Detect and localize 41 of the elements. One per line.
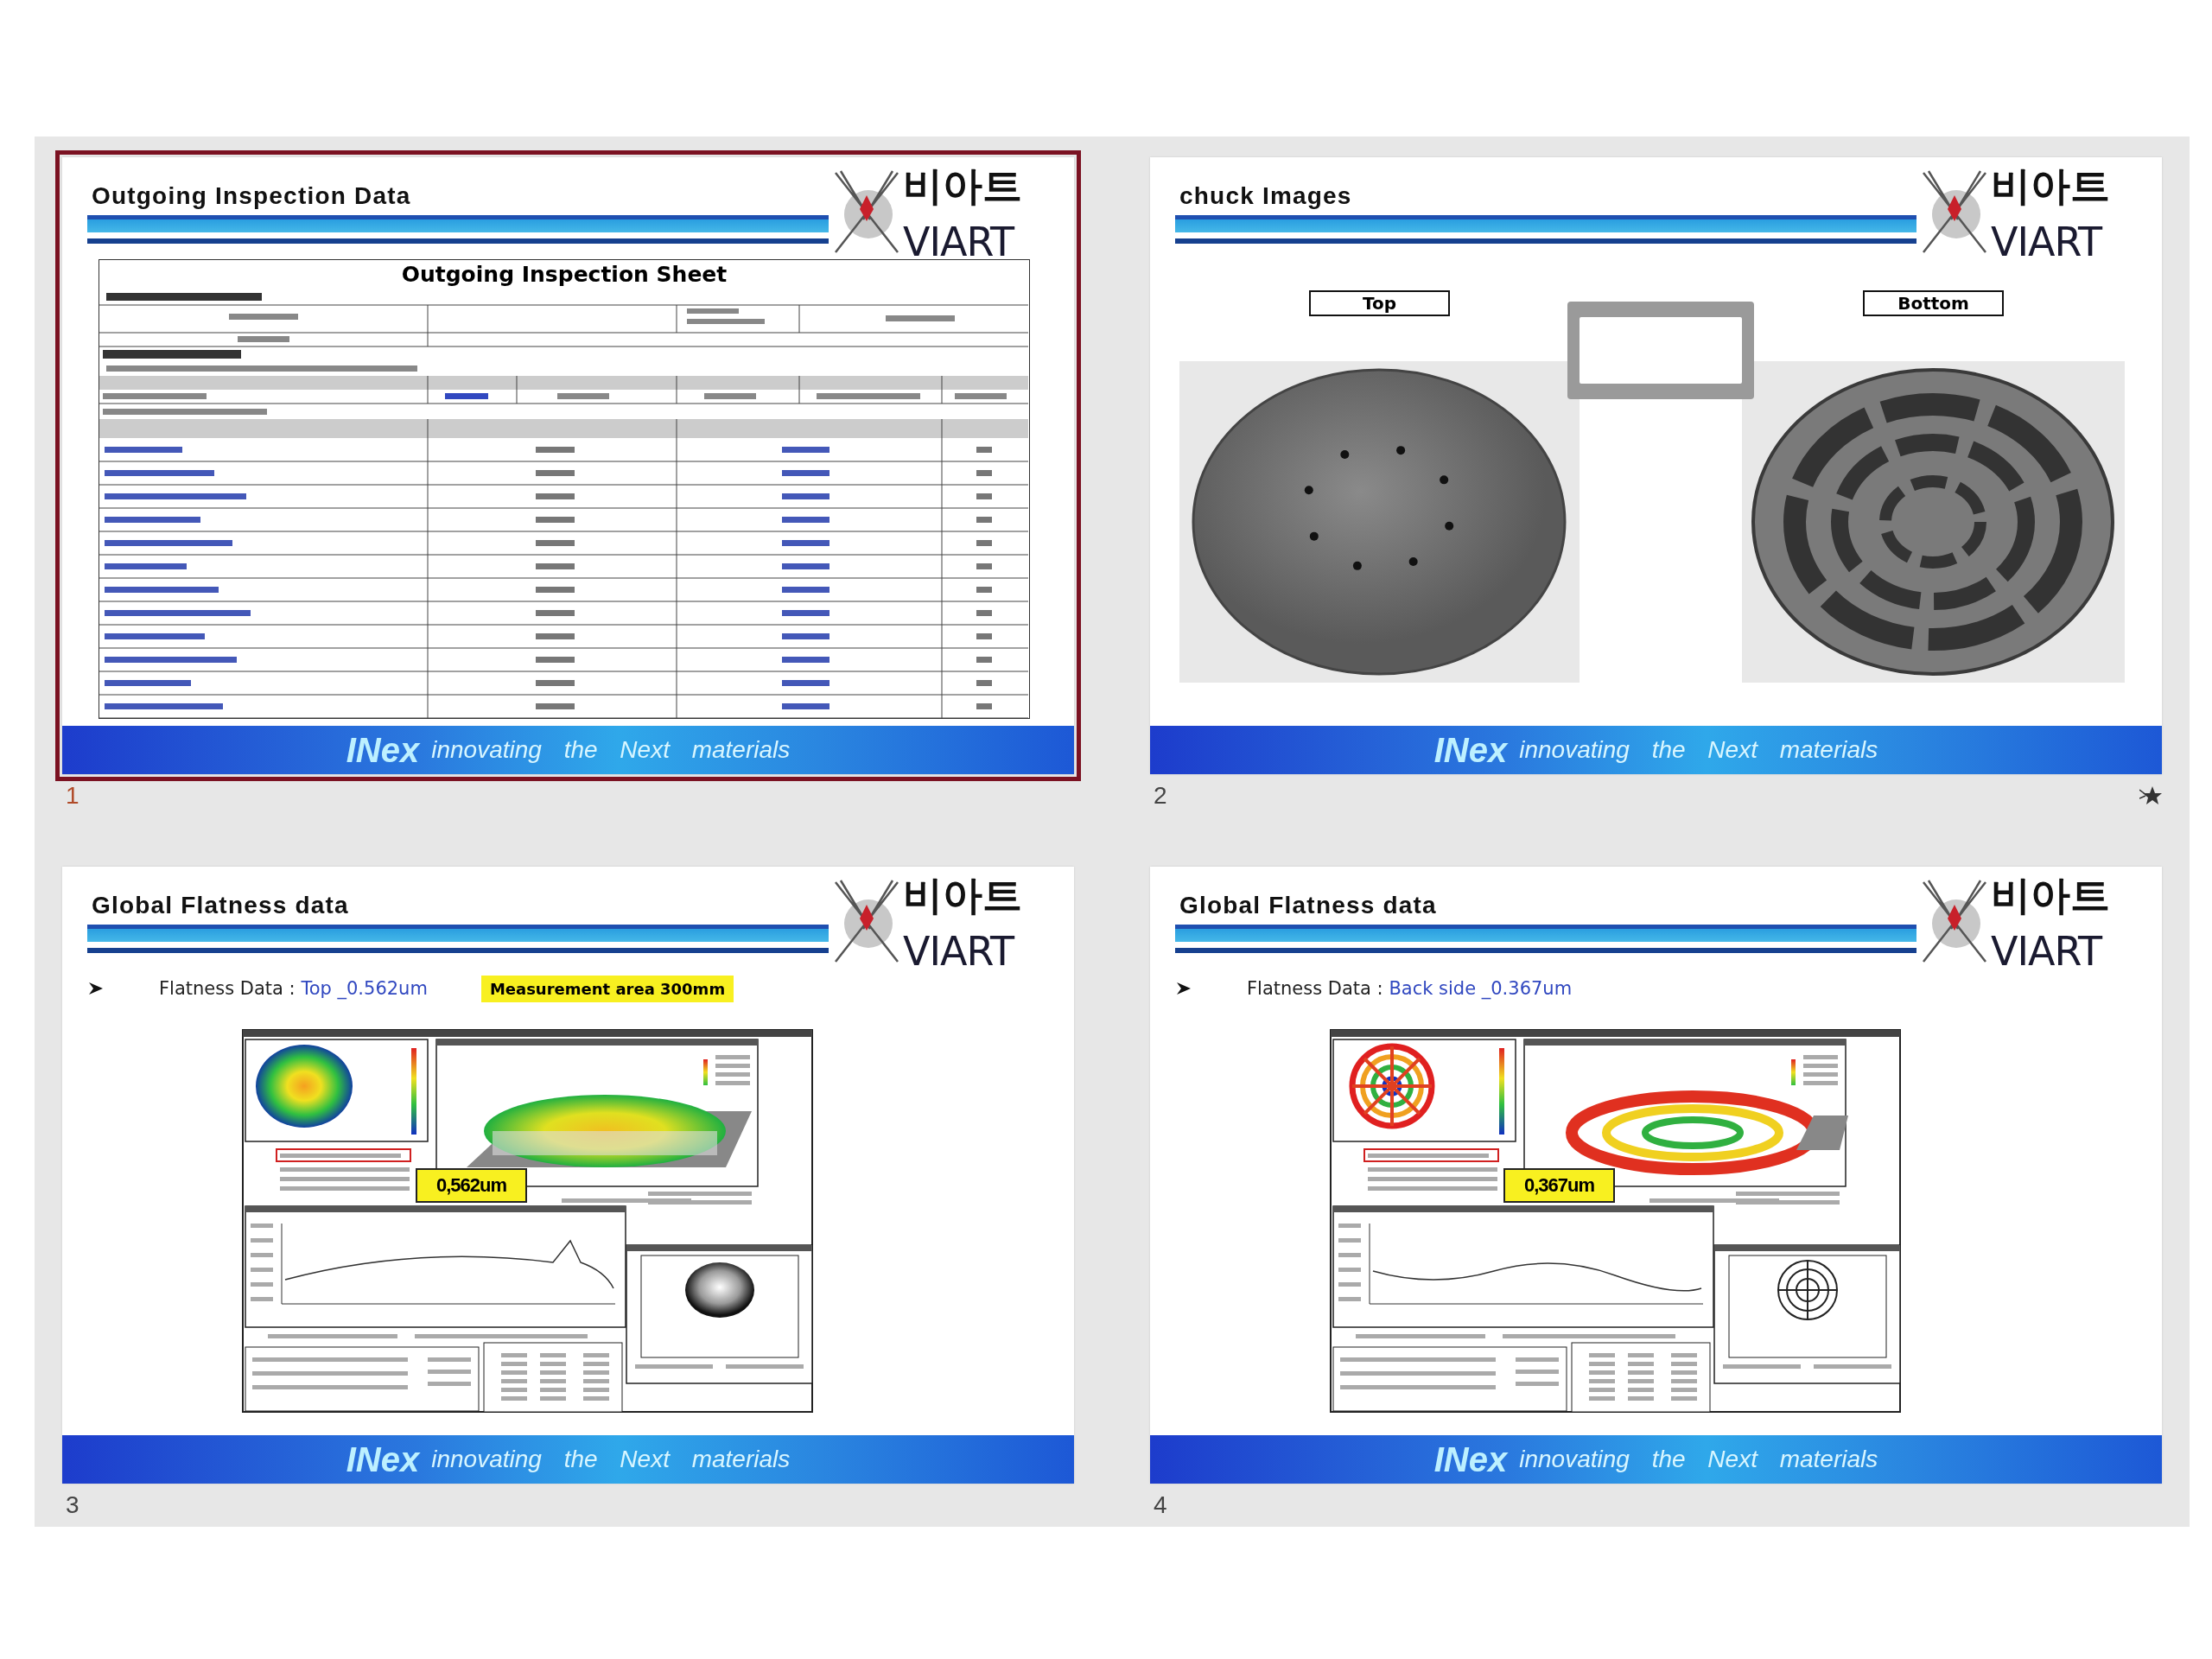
slide-title: Outgoing Inspection Data (92, 182, 412, 211)
logo-korean-text: 비아트 (903, 162, 1022, 211)
arrow-bullet-icon (88, 982, 104, 995)
footer-tagline: innovating the Next materials (431, 736, 791, 764)
footer-tagline: innovating the Next materials (1519, 736, 1878, 764)
flatness-reading-label: 0,367um (1503, 1168, 1616, 1203)
logo-latin-text: VIART (1991, 928, 2104, 975)
image-label: Top (1309, 290, 1450, 316)
bullet-value: Top _0.562um (301, 978, 428, 999)
logo-korean-text: 비아트 (1991, 162, 2110, 211)
slide-selection-frame[interactable]: chuck Images 비아트 VIART Top Bottom INex innovating the Next materials (1143, 150, 2169, 781)
footer-brand: INex (346, 1440, 420, 1479)
footer-brand: INex (1433, 1440, 1508, 1479)
sheet-title: Outgoing Inspection Sheet (401, 261, 728, 289)
flatness-reading-label: 0,562um (416, 1168, 528, 1203)
bullet-label: Flatness Data : (159, 978, 296, 999)
slide-selection-frame[interactable]: Outgoing Inspection Data 비아트 VIART Outgoing Inspection Sheet INex innovating the Next materials (55, 150, 1081, 781)
logo-latin-text: VIART (903, 928, 1016, 975)
logo-latin-text: VIART (1991, 219, 2104, 265)
footer-tagline: innovating the Next materials (1519, 1446, 1878, 1473)
slide-number: 2 (1154, 782, 1167, 810)
star-icon[interactable] (2139, 785, 2162, 806)
footer-tagline: innovating the Next materials (431, 1446, 791, 1473)
footer-brand: INex (1433, 730, 1508, 770)
slide-title: chuck Images (1179, 182, 1353, 211)
slide-number: 3 (66, 1491, 79, 1519)
slide-selection-frame[interactable]: Global Flatness data 비아트 VIART Flatness Data : Back side _0.367um 0,367um INex innovating the Next materials (1143, 860, 2169, 1491)
slide-title: Global Flatness data (92, 892, 350, 920)
slide-number: 4 (1154, 1491, 1167, 1519)
bullet-value: Back side _0.367um (1389, 978, 1573, 999)
slide-selection-frame[interactable]: Global Flatness data 비아트 VIART Flatness Data : Top _0.562um Measurement area 300mm 0,562um INex innovating the Next materials (55, 860, 1081, 1491)
logo-latin-text: VIART (903, 219, 1016, 265)
footer-brand: INex (346, 730, 420, 770)
image-label: Bottom (1863, 290, 2004, 316)
highlight-note: Measurement area 300mm (480, 975, 734, 1002)
slide-title: Global Flatness data (1179, 892, 1438, 920)
arrow-bullet-icon (1176, 982, 1192, 995)
bullet-label: Flatness Data : (1247, 978, 1384, 999)
logo-korean-text: 비아트 (903, 871, 1022, 920)
logo-korean-text: 비아트 (1991, 871, 2110, 920)
slide-number: 1 (66, 782, 79, 810)
